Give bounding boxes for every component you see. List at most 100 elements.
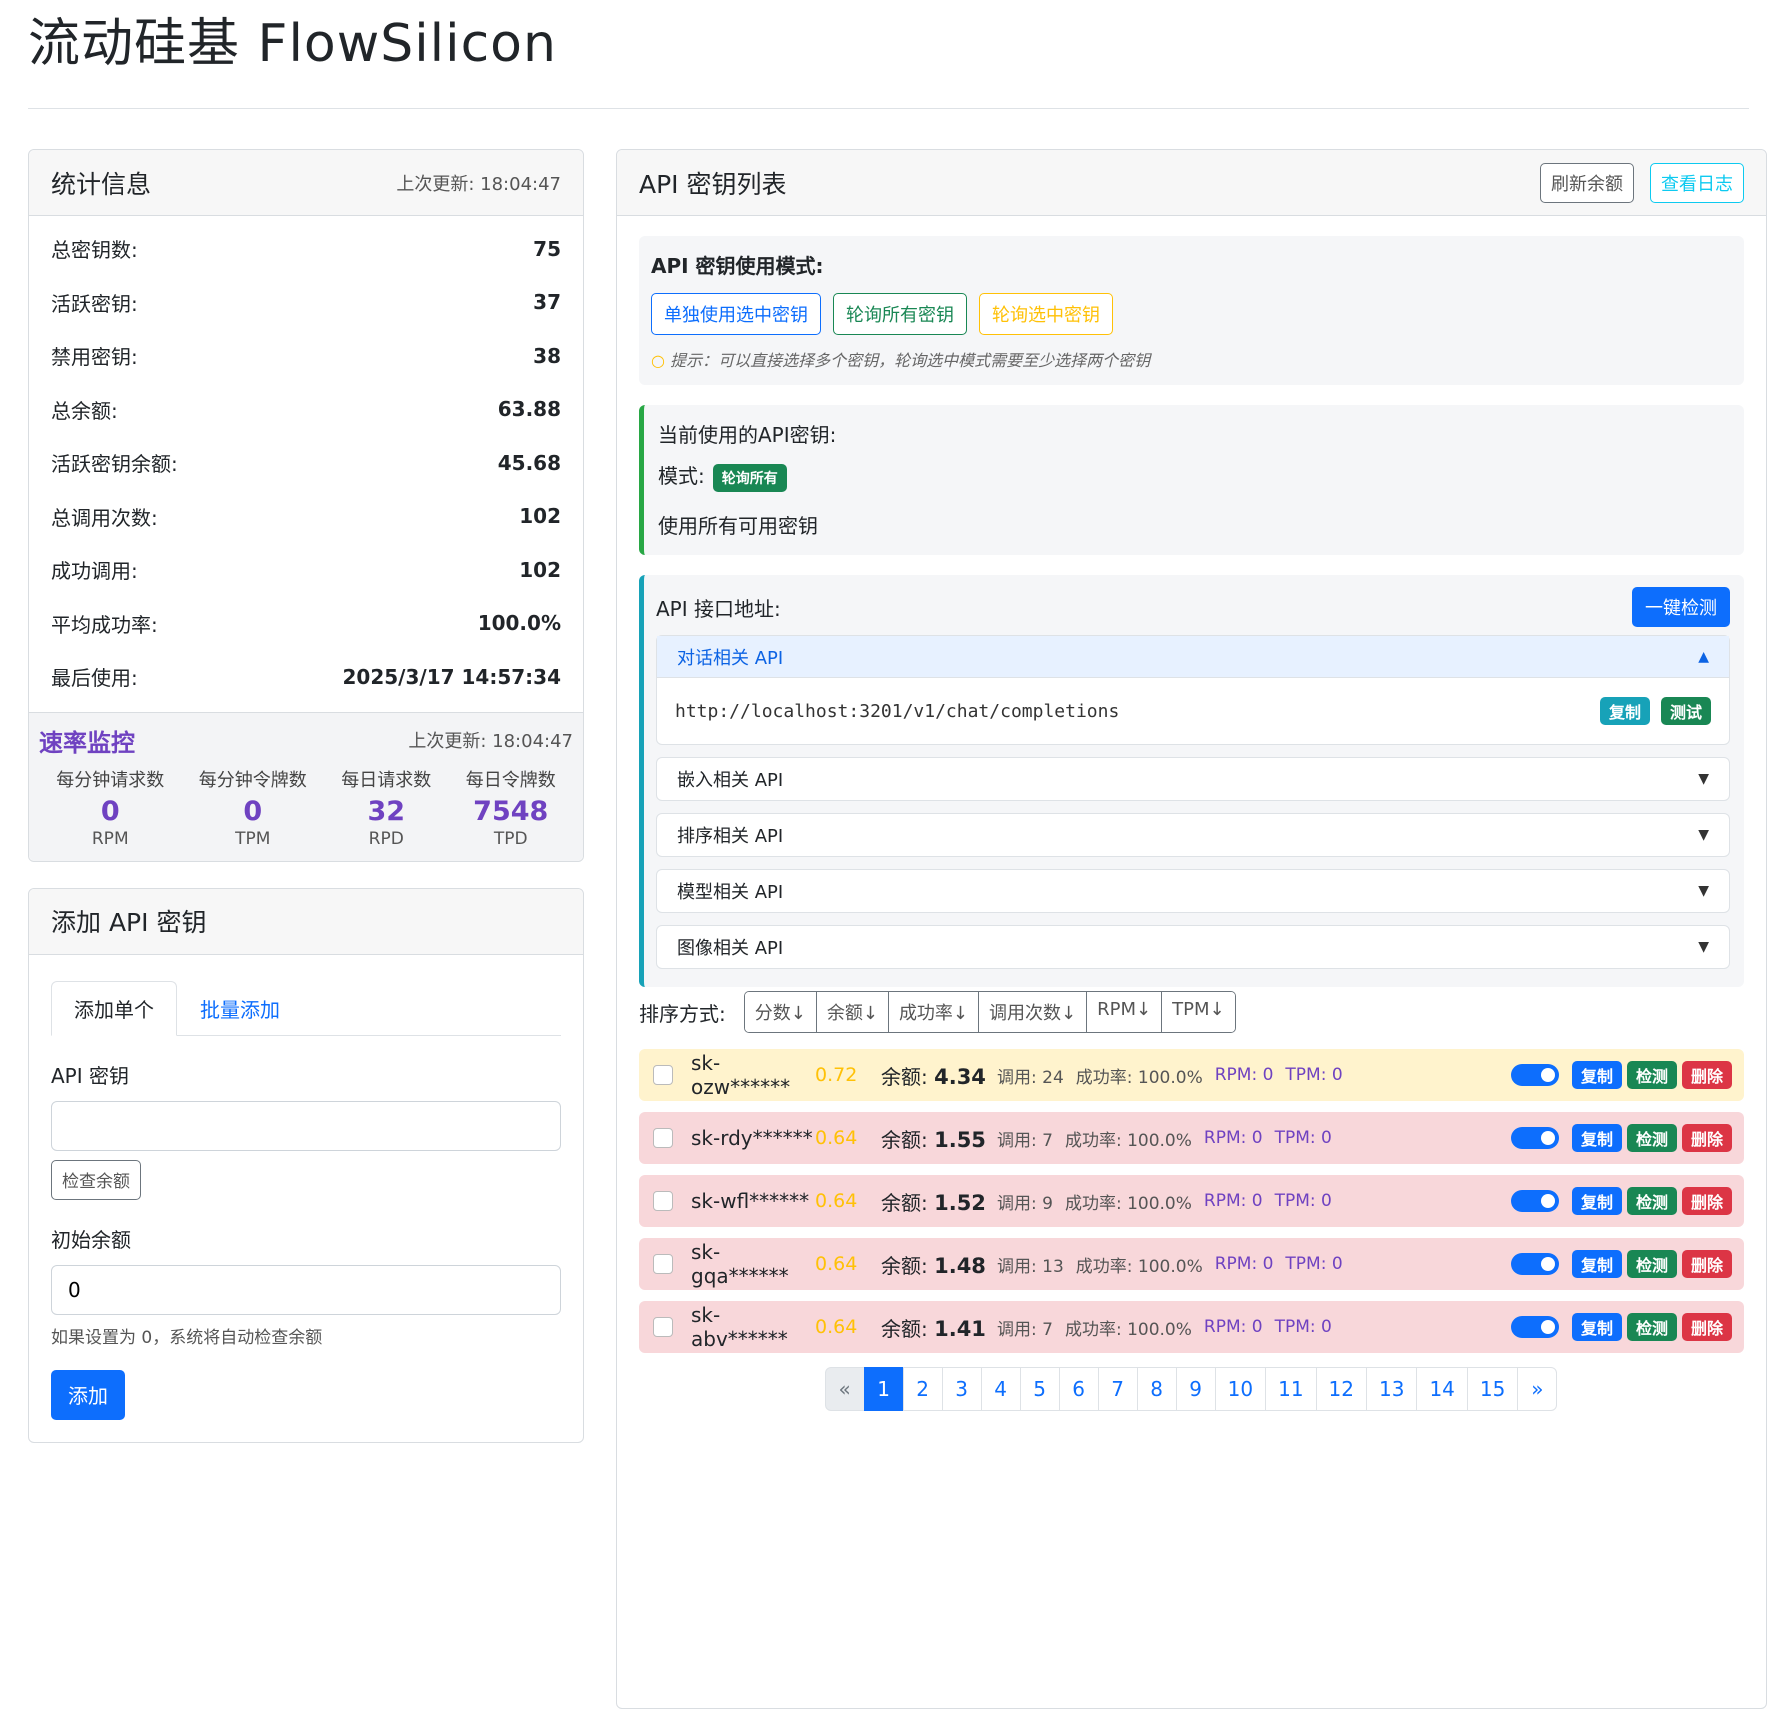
mode-single-button[interactable]: 单独使用选中密钥	[651, 293, 821, 335]
key-check-button[interactable]: 检测	[1626, 1313, 1677, 1341]
page-button[interactable]: 7	[1097, 1367, 1138, 1411]
key-row: sk-rdy****** 0.64 余额: 1.55 调用: 7 成功率: 10…	[639, 1112, 1744, 1164]
stat-label: 总调用次数:	[51, 505, 158, 530]
accordion-rerank[interactable]: 排序相关 API ▼	[656, 813, 1730, 857]
page-button[interactable]: 9	[1175, 1367, 1216, 1411]
key-enable-toggle[interactable]	[1510, 1190, 1559, 1212]
key-enable-toggle[interactable]	[1510, 1064, 1559, 1086]
page-button[interactable]: 11	[1265, 1367, 1317, 1411]
page-button[interactable]: 8	[1136, 1367, 1177, 1411]
key-success: 成功率: 100.0%	[1064, 1319, 1192, 1340]
initial-balance-input[interactable]	[51, 1264, 561, 1315]
key-check-button[interactable]: 检测	[1626, 1187, 1677, 1215]
key-delete-button[interactable]: 删除	[1681, 1250, 1732, 1278]
accordion-image[interactable]: 图像相关 API ▼	[656, 925, 1730, 969]
key-copy-button[interactable]: 复制	[1571, 1187, 1622, 1215]
stat-value: 102	[519, 557, 561, 582]
page-button[interactable]: 12	[1315, 1367, 1367, 1411]
key-enable-toggle[interactable]	[1510, 1316, 1559, 1338]
app-title: 流动硅基 FlowSilicon	[28, 14, 557, 74]
title-divider	[28, 108, 1749, 109]
add-key-button[interactable]: 添加	[51, 1369, 125, 1420]
chevron-down-icon: ▼	[1698, 827, 1709, 843]
key-delete-button[interactable]: 删除	[1681, 1124, 1732, 1152]
key-tpm: TPM: 0	[1285, 1065, 1343, 1085]
key-rpm: RPM: 0	[1203, 1317, 1263, 1337]
refresh-balance-button[interactable]: 刷新余额	[1540, 162, 1634, 203]
stat-label: 成功调用:	[51, 559, 138, 584]
key-checkbox[interactable]	[653, 1317, 673, 1337]
key-delete-button[interactable]: 删除	[1681, 1313, 1732, 1341]
stat-row: 最后使用: 2025/3/17 14:57:34	[51, 650, 561, 704]
sort-balance-button[interactable]: 余额↓	[816, 992, 889, 1032]
key-copy-button[interactable]: 复制	[1571, 1250, 1622, 1278]
page-button[interactable]: 5	[1019, 1367, 1060, 1411]
page-button[interactable]: 6	[1058, 1367, 1099, 1411]
api-key-input[interactable]	[51, 1100, 561, 1151]
mode-all-button[interactable]: 轮询所有密钥	[833, 293, 967, 335]
key-check-button[interactable]: 检测	[1626, 1061, 1677, 1089]
key-delete-button[interactable]: 删除	[1681, 1187, 1732, 1215]
stat-label: 最后使用:	[51, 666, 138, 691]
rate-item-rpm: 每分钟请求数 0 RPM	[56, 766, 164, 849]
page-button[interactable]: 10	[1214, 1367, 1267, 1411]
tab-batch-add[interactable]: 批量添加	[177, 981, 303, 1036]
rate-value: 0	[243, 795, 263, 827]
key-rpm: RPM: 0	[1203, 1128, 1263, 1148]
key-copy-button[interactable]: 复制	[1571, 1124, 1622, 1152]
sort-calls-button[interactable]: 调用次数↓	[979, 992, 1088, 1032]
key-check-button[interactable]: 检测	[1626, 1124, 1677, 1152]
sort-rpm-button[interactable]: RPM↓	[1087, 992, 1163, 1032]
accordion-models[interactable]: 模型相关 API ▼	[656, 869, 1730, 913]
check-balance-button[interactable]: 检查余额	[51, 1159, 141, 1200]
page-button[interactable]: 13	[1366, 1367, 1418, 1411]
stats-title: 统计信息	[51, 169, 152, 199]
sort-tpm-button[interactable]: TPM↓	[1162, 992, 1235, 1032]
key-balance-label: 余额:	[881, 1127, 928, 1152]
accordion-embedding[interactable]: 嵌入相关 API ▼	[656, 757, 1730, 801]
view-logs-button[interactable]: 查看日志	[1650, 162, 1744, 203]
sort-success-button[interactable]: 成功率↓	[888, 992, 980, 1032]
page-next-button[interactable]: »	[1517, 1367, 1558, 1411]
lightbulb-icon: ○	[651, 351, 665, 370]
stat-row: 总密钥数: 75	[51, 222, 561, 276]
key-copy-button[interactable]: 复制	[1571, 1061, 1622, 1089]
stat-label: 禁用密钥:	[51, 345, 138, 370]
key-check-button[interactable]: 检测	[1626, 1250, 1677, 1278]
mode-selected-button[interactable]: 轮询选中密钥	[979, 293, 1113, 335]
sort-score-button[interactable]: 分数↓	[744, 992, 817, 1032]
sort-label: 排序方式:	[639, 1001, 726, 1026]
key-copy-button[interactable]: 复制	[1571, 1313, 1622, 1341]
page-button[interactable]: 2	[902, 1367, 943, 1411]
check-all-button[interactable]: 一键检测	[1632, 587, 1730, 627]
page-button[interactable]: 1	[863, 1367, 904, 1411]
stat-row: 总余额: 63.88	[51, 383, 561, 437]
accordion-header[interactable]: 对话相关 API ▲	[657, 636, 1729, 678]
key-enable-toggle[interactable]	[1510, 1127, 1559, 1149]
key-delete-button[interactable]: 删除	[1681, 1061, 1732, 1089]
page-button[interactable]: 4	[980, 1367, 1021, 1411]
key-balance: 1.55	[934, 1127, 986, 1152]
key-tpm: TPM: 0	[1274, 1191, 1332, 1211]
current-key-desc: 使用所有可用密钥	[658, 514, 818, 538]
key-checkbox[interactable]	[653, 1128, 673, 1148]
key-checkbox[interactable]	[653, 1254, 673, 1274]
api-keys-title: API 密钥列表	[639, 169, 787, 199]
test-url-button[interactable]: 测试	[1660, 697, 1711, 725]
rate-label: 每分钟请求数	[56, 769, 165, 791]
chevron-down-icon: ▼	[1698, 939, 1709, 955]
key-checkbox[interactable]	[653, 1065, 673, 1085]
page-button[interactable]: 15	[1466, 1367, 1519, 1411]
key-calls: 调用: 9	[997, 1193, 1053, 1214]
tab-add-single[interactable]: 添加单个	[51, 980, 177, 1036]
page-button[interactable]: 3	[941, 1367, 982, 1411]
page-prev-button[interactable]: «	[824, 1367, 865, 1411]
page: 流动硅基 FlowSilicon 统计信息 上次更新: 18:04:47 总密钥…	[0, 0, 1777, 1709]
page-button[interactable]: 14	[1416, 1367, 1468, 1411]
key-enable-toggle[interactable]	[1510, 1253, 1559, 1275]
key-checkbox[interactable]	[653, 1191, 673, 1211]
rate-value: 7548	[473, 795, 549, 827]
copy-url-button[interactable]: 复制	[1599, 697, 1650, 725]
key-balance: 1.41	[934, 1316, 986, 1341]
rate-label: 每分钟令牌数	[198, 769, 307, 791]
